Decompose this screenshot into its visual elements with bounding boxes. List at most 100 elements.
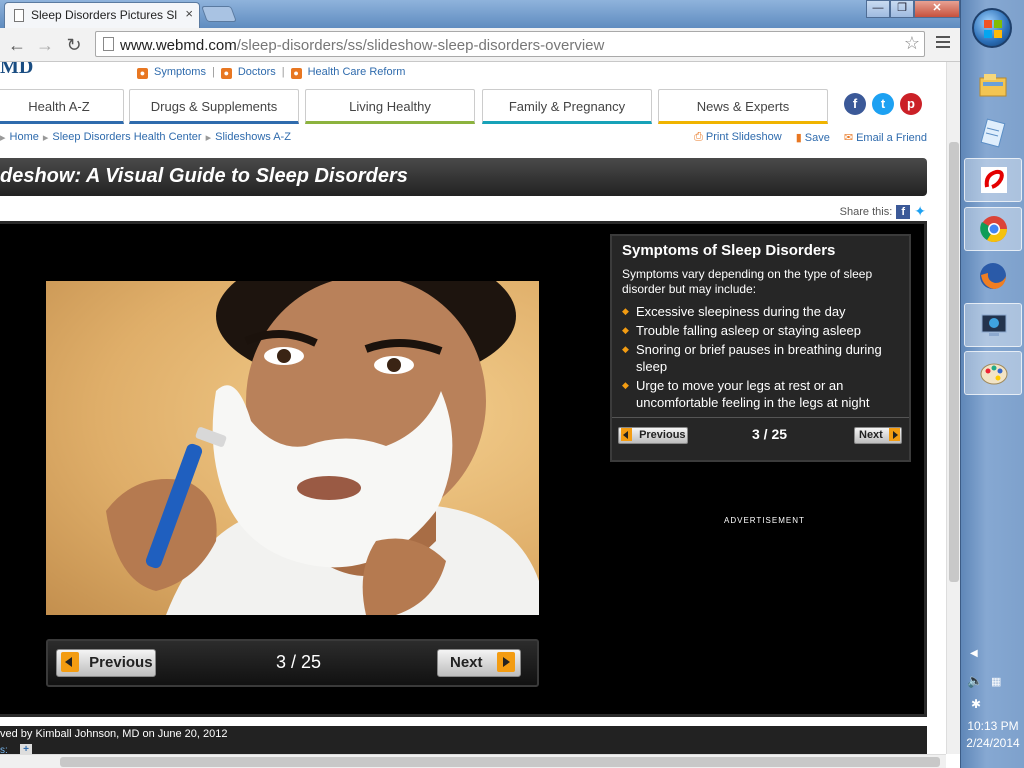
bookmark-star-icon[interactable]: ☆ bbox=[904, 33, 920, 54]
taskbar-chrome[interactable] bbox=[964, 207, 1022, 251]
tray-expand-icon[interactable]: ◀ bbox=[970, 648, 978, 659]
browser-tab[interactable]: Sleep Disorders Pictures Sl × bbox=[4, 2, 200, 28]
breadcrumb-home[interactable]: Home bbox=[10, 131, 39, 144]
tab-living-healthy[interactable]: Living Healthy bbox=[305, 89, 475, 124]
list-item: Urge to move your legs at rest or an unc… bbox=[622, 377, 899, 411]
notepad-icon bbox=[980, 118, 1006, 148]
remote-desktop-icon bbox=[981, 314, 1007, 336]
panel-next-button[interactable]: Next bbox=[854, 427, 902, 444]
folder-icon bbox=[979, 74, 1007, 97]
back-arrow-icon[interactable]: ← bbox=[6, 34, 28, 56]
twitter-icon[interactable]: t bbox=[872, 93, 894, 115]
horizontal-scroll-thumb[interactable] bbox=[60, 757, 940, 767]
maximize-button[interactable]: ❐ bbox=[890, 0, 914, 18]
tab-close-icon[interactable]: × bbox=[185, 6, 193, 21]
clock-date: 2/24/2014 bbox=[966, 736, 1020, 750]
slide-intro: Symptoms vary depending on the type of s… bbox=[622, 267, 873, 296]
email-friend-link[interactable]: ✉ Email a Friend bbox=[844, 131, 927, 144]
window-controls: — ❐ ✕ bbox=[866, 0, 960, 18]
url-path: /sleep-disorders/ss/slideshow-sleep-diso… bbox=[236, 37, 605, 54]
close-window-button[interactable]: ✕ bbox=[914, 0, 960, 18]
next-arrow-icon bbox=[888, 427, 900, 441]
vertical-scroll-thumb[interactable] bbox=[949, 142, 959, 582]
system-tray: ◀ 🔈 ▦ ✱ 10:13 PM 2/24/2014 bbox=[961, 645, 1024, 768]
windows-logo-icon bbox=[984, 20, 1002, 38]
taskbar-airtel[interactable] bbox=[964, 158, 1022, 202]
advertisement-label: ADVERTISEMENT bbox=[724, 516, 805, 525]
taskbar-firefox[interactable] bbox=[964, 255, 1022, 299]
url-host: www.webmd.com bbox=[120, 37, 237, 54]
man-shaving-image bbox=[106, 281, 539, 615]
more-fragment: s: bbox=[0, 745, 8, 754]
slideshow-stage: Previous 3 / 25 Next Symptoms of Sleep D… bbox=[0, 221, 927, 717]
symptoms-icon: ● bbox=[137, 68, 148, 79]
tab-family-pregnancy[interactable]: Family & Pregnancy bbox=[482, 89, 652, 124]
slideshow-actions: ⎙ Print Slideshow ▮ Save ✉ Email a Friend bbox=[694, 131, 927, 144]
taskbar-paint[interactable] bbox=[964, 351, 1022, 395]
previous-arrow-icon bbox=[621, 427, 632, 441]
volume-muted-icon[interactable]: 🔈 bbox=[967, 673, 983, 689]
panel-previous-button[interactable]: Previous bbox=[618, 427, 688, 444]
symptoms-link[interactable]: ● Symptoms bbox=[137, 66, 206, 79]
chrome-menu-icon[interactable] bbox=[936, 36, 950, 51]
taskbar-notepad[interactable] bbox=[964, 112, 1022, 156]
network-signal-icon[interactable]: ▦ bbox=[991, 675, 1001, 688]
slideshow-title-bar: deshow: A Visual Guide to Sleep Disorder… bbox=[0, 158, 927, 196]
save-link[interactable]: ▮ Save bbox=[796, 131, 830, 144]
facebook-icon[interactable]: f bbox=[844, 93, 866, 115]
horizontal-scrollbar[interactable] bbox=[0, 754, 946, 768]
taskbar-explorer[interactable] bbox=[964, 64, 1022, 108]
page-icon bbox=[14, 9, 24, 22]
minimize-button[interactable]: — bbox=[866, 0, 890, 18]
slide-pager: Previous 3 / 25 Next bbox=[46, 639, 539, 687]
chrome-icon bbox=[980, 216, 1008, 243]
share-twitter-icon[interactable]: ✦ bbox=[914, 203, 926, 220]
pinterest-icon[interactable]: p bbox=[900, 93, 922, 115]
vertical-scrollbar[interactable] bbox=[946, 62, 960, 754]
share-facebook-icon[interactable]: f bbox=[896, 204, 911, 219]
breadcrumb-sleep-disorders[interactable]: Sleep Disorders Health Center bbox=[52, 131, 201, 144]
tab-news-experts[interactable]: News & Experts bbox=[658, 89, 828, 124]
doctors-icon: ● bbox=[220, 68, 232, 79]
breadcrumb: ▸ Home ▸ Sleep Disorders Health Center ▸ Sl… bbox=[0, 131, 291, 144]
taskbar-remote-desktop[interactable] bbox=[964, 303, 1022, 347]
browser-titlebar: Sleep Disorders Pictures Sl × — ❐ ✕ bbox=[0, 0, 960, 28]
page-viewport: MD ● Symptoms | ● Doctors | ● Health Care R… bbox=[0, 62, 946, 754]
reload-icon[interactable]: ↻ bbox=[63, 34, 85, 56]
tab-drugs-supplements[interactable]: Drugs & Supplements bbox=[129, 89, 299, 124]
health-care-reform-link[interactable]: ● Health Care Reform bbox=[290, 66, 405, 79]
tab-title: Sleep Disorders Pictures Sl bbox=[31, 8, 178, 22]
panel-pager: Previous 3 / 25 Next bbox=[616, 424, 905, 450]
plus-icon[interactable]: + bbox=[20, 744, 32, 754]
page-info-icon[interactable] bbox=[103, 37, 114, 51]
slide-heading: Symptoms of Sleep Disorders bbox=[622, 242, 836, 259]
next-button[interactable]: Next bbox=[437, 649, 521, 677]
tab-health-a-z[interactable]: Health A-Z bbox=[0, 89, 124, 124]
bluetooth-icon[interactable]: ✱ bbox=[971, 697, 981, 711]
paint-palette-icon bbox=[980, 363, 1008, 385]
forward-arrow-icon[interactable]: → bbox=[34, 34, 56, 56]
share-label: Share this: bbox=[839, 205, 893, 218]
health-reform-icon: ● bbox=[290, 68, 302, 79]
new-tab-button[interactable] bbox=[201, 6, 237, 22]
page-title: deshow: A Visual Guide to Sleep Disorder… bbox=[0, 165, 408, 187]
airtel-icon bbox=[981, 167, 1007, 193]
list-item: Excessive sleepiness during the day bbox=[622, 303, 899, 320]
panel-slide-counter: 3 / 25 bbox=[752, 426, 788, 442]
slide-text-panel: Symptoms of Sleep Disorders Symptoms var… bbox=[610, 234, 911, 462]
previous-arrow-icon bbox=[61, 651, 79, 672]
breadcrumb-slideshows[interactable]: Slideshows A-Z bbox=[215, 131, 291, 144]
clock-time: 10:13 PM bbox=[967, 719, 1019, 733]
print-slideshow-link[interactable]: ⎙ Print Slideshow bbox=[694, 131, 782, 144]
envelope-icon: ✉ bbox=[843, 132, 854, 144]
start-button[interactable] bbox=[972, 8, 1012, 48]
bookmark-icon: ▮ bbox=[795, 132, 802, 144]
previous-button[interactable]: Previous bbox=[56, 649, 156, 677]
system-clock[interactable]: 10:13 PM 2/24/2014 bbox=[961, 718, 1024, 752]
webmd-logo[interactable]: MD bbox=[0, 62, 33, 79]
printer-icon: ⎙ bbox=[694, 131, 703, 143]
next-arrow-icon bbox=[496, 651, 515, 672]
slide-photo bbox=[46, 281, 539, 615]
address-bar[interactable]: www.webmd.com/sleep-disorders/ss/slidesh… bbox=[95, 31, 925, 57]
doctors-link[interactable]: ● Doctors bbox=[220, 66, 276, 79]
